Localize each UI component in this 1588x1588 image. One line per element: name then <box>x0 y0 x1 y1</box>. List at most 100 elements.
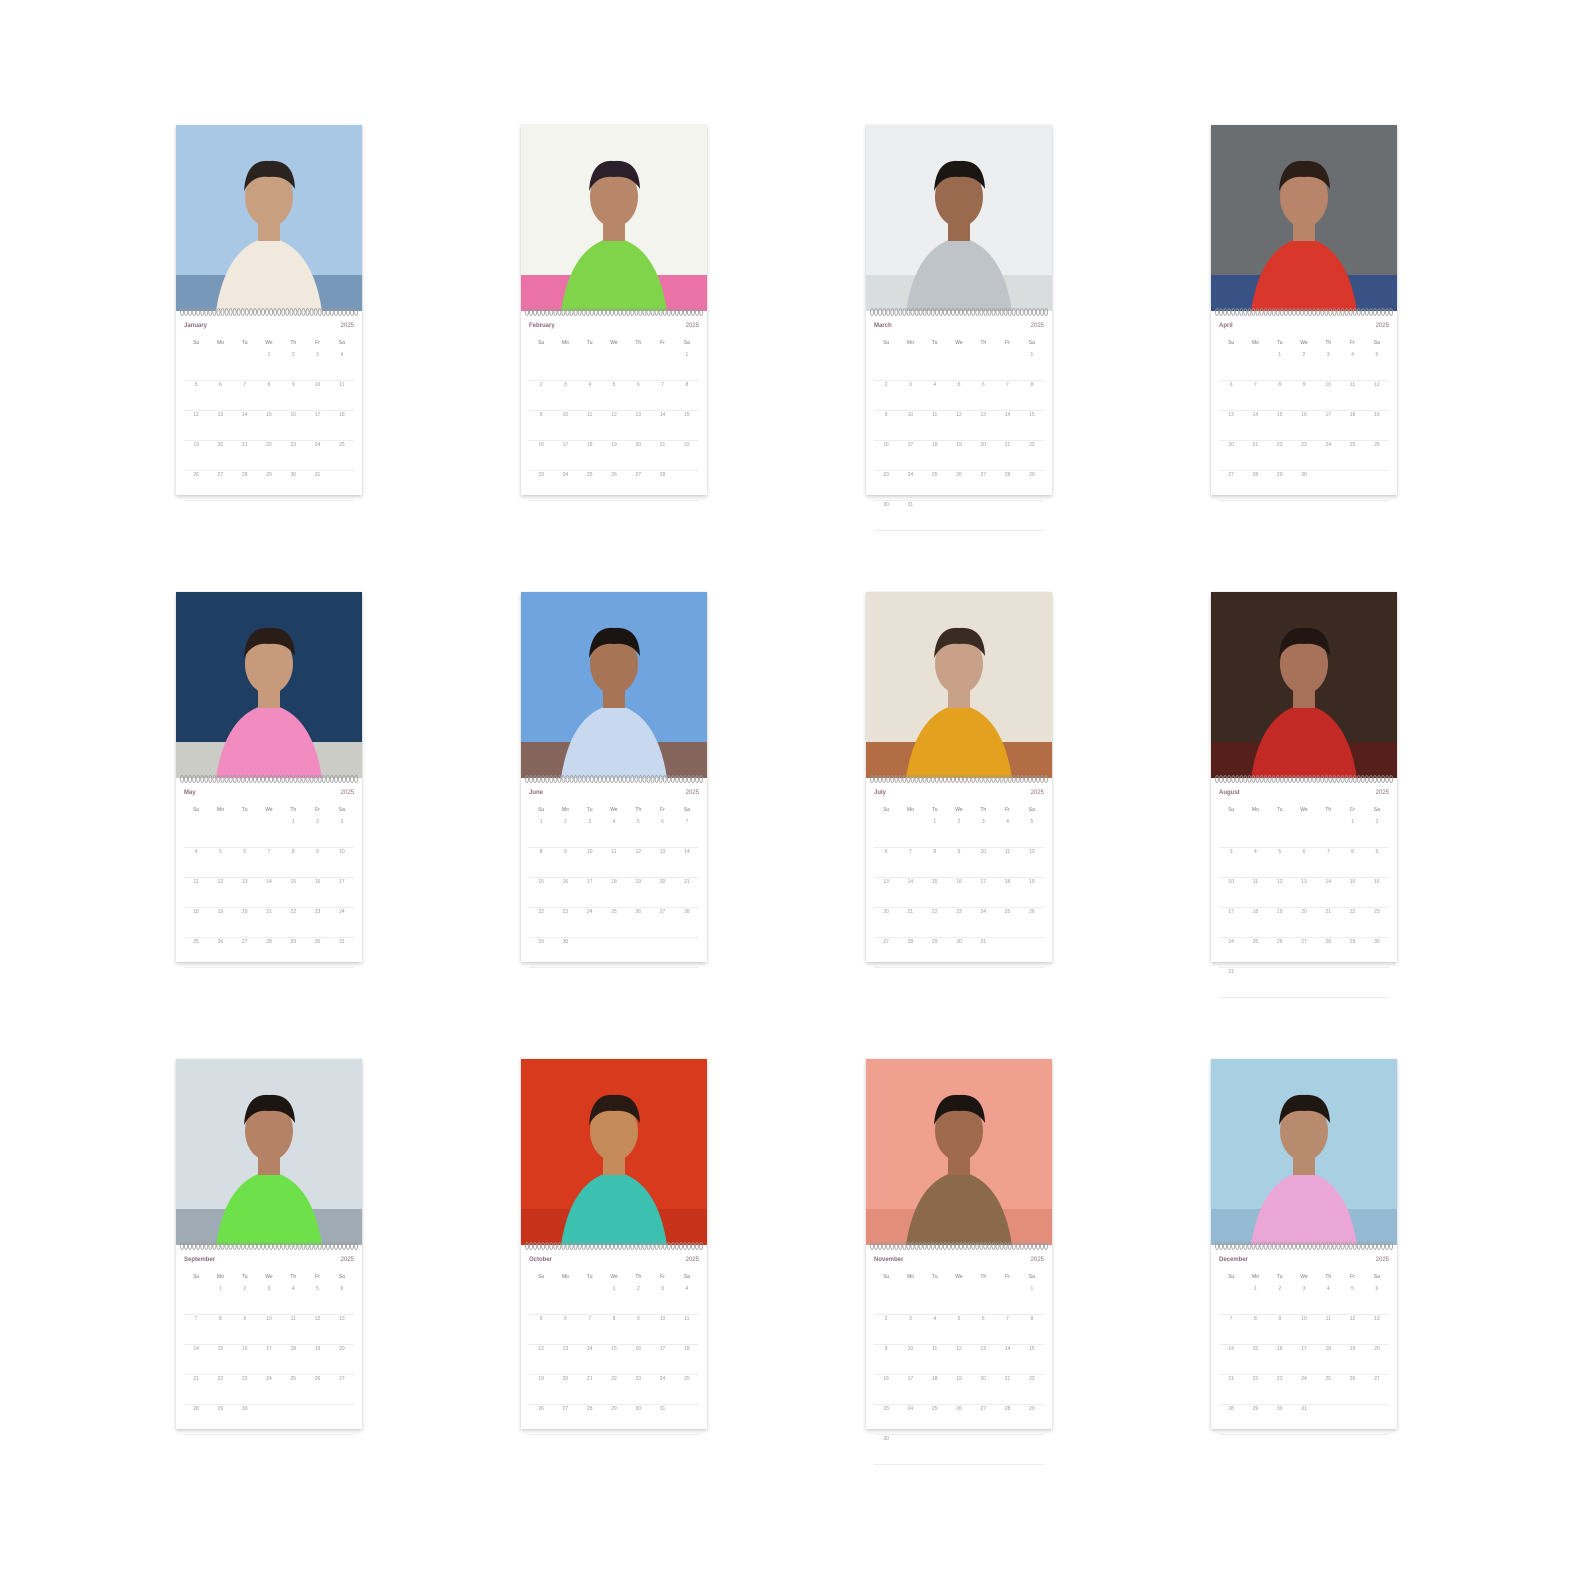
month-label: September <box>184 1257 216 1263</box>
weekday-label: Fr <box>1350 807 1355 813</box>
day-cell: 23 <box>1267 1374 1292 1405</box>
week-row: 14 15 16 17 18 19 20 <box>184 1344 354 1375</box>
week-row: 19 20 21 22 23 24 25 <box>184 440 354 471</box>
day-cell: 22 <box>529 907 554 938</box>
day-cell: 17 <box>898 1374 923 1405</box>
day-cell <box>1267 967 1292 998</box>
month-header: January 2025 <box>184 321 354 331</box>
day-cell <box>1019 500 1044 531</box>
day-cell: 23 <box>626 1374 651 1405</box>
month-photo <box>176 592 362 778</box>
day-cell: 12 <box>1267 877 1292 908</box>
week-row: 13 14 15 16 17 18 19 <box>874 877 1044 908</box>
weekday-label: Sa <box>683 340 690 346</box>
portrait-image <box>176 592 362 778</box>
day-cell: 17 <box>650 1344 675 1375</box>
day-cell: 4 <box>922 1314 947 1345</box>
weekday-label: We <box>610 1274 618 1280</box>
month-grid: May 2025 Su Mo Tu We Th Fr Sa 1 2 3 4 5 6 7 8 9 10 11 12 13 14… <box>184 788 354 968</box>
day-cell: 27 <box>971 1404 996 1435</box>
portrait-image <box>866 1059 1052 1245</box>
weekday-label: We <box>610 340 618 346</box>
day-cell: 30 <box>626 1404 651 1435</box>
day-cell: 11 <box>184 877 209 908</box>
day-cell: 7 <box>232 380 257 411</box>
day-cell: 4 <box>577 380 602 411</box>
day-cell: 24 <box>898 470 923 501</box>
week-row: 29 30 <box>529 937 699 968</box>
day-cell: 2 <box>1291 351 1317 381</box>
day-cell: 19 <box>1019 877 1044 908</box>
day-cell: 11 <box>1340 380 1365 411</box>
day-cell: 20 <box>1291 907 1317 938</box>
day-cell: 30 <box>281 470 306 501</box>
day-cell: 21 <box>1316 907 1341 938</box>
calendar-page-october: October 2025 Su Mo Tu We Th Fr Sa 1 2 3 4 5 6 7 8 9 10 11 12… <box>521 1059 707 1435</box>
day-cell: 13 <box>650 847 675 878</box>
day-cell: 6 <box>1219 380 1244 411</box>
day-cell: 19 <box>946 1374 972 1405</box>
day-cell: 29 <box>281 937 306 968</box>
weekday-row: Su Mo Tu We Th Fr Sa <box>874 335 1044 351</box>
day-cell <box>256 1404 282 1435</box>
day-cell: 4 <box>922 380 947 411</box>
day-cell: 5 <box>601 380 627 411</box>
weekday-label: Mo <box>906 340 914 346</box>
day-cell <box>329 1404 354 1435</box>
day-cell: 20 <box>650 877 675 908</box>
weekday-label: Th <box>980 807 987 813</box>
day-cell: 3 <box>898 1314 923 1345</box>
weekday-label: Fr <box>315 340 320 346</box>
day-cell <box>922 351 947 381</box>
day-cell: 5 <box>946 380 972 411</box>
day-cell: 13 <box>626 410 651 441</box>
day-cell: 24 <box>577 907 602 938</box>
year-label: 2025 <box>1030 323 1044 329</box>
weekday-row: Su Mo Tu We Th Fr Sa <box>529 802 699 818</box>
day-cell: 18 <box>184 907 209 938</box>
weekday-label: Sa <box>1028 1274 1035 1280</box>
day-cell: 11 <box>1243 877 1268 908</box>
weekday-label: Su <box>193 1274 200 1280</box>
day-cell: 22 <box>281 907 306 938</box>
day-cell <box>601 351 627 381</box>
day-cell: 10 <box>898 410 923 441</box>
day-cell: 28 <box>1316 937 1341 968</box>
day-cell: 25 <box>1340 440 1365 471</box>
day-cell: 15 <box>922 877 947 908</box>
day-cell: 29 <box>601 1404 627 1435</box>
day-cell: 5 <box>946 1314 972 1345</box>
weekday-label: Mo <box>1251 1274 1259 1280</box>
month-photo <box>1211 125 1397 311</box>
day-cell: 31 <box>1291 1404 1317 1435</box>
week-row: 5 6 7 8 9 10 11 <box>184 380 354 411</box>
day-cell: 28 <box>650 470 675 501</box>
day-cell: 20 <box>874 907 899 938</box>
week-row: 28 29 30 31 <box>1219 1404 1389 1435</box>
day-cell: 17 <box>305 410 330 441</box>
year-label: 2025 <box>340 790 354 796</box>
day-cell <box>1243 351 1268 381</box>
weekday-label: Fr <box>660 1274 665 1280</box>
day-cell <box>1219 351 1244 381</box>
day-cell: 7 <box>577 1314 602 1345</box>
day-cell <box>650 351 675 381</box>
day-cell: 16 <box>1364 877 1389 908</box>
day-table: Su Mo Tu We Th Fr Sa 1 2 3 4 5 6 7 8 9 10 11 12 13 14 15 16 17 1… <box>529 335 699 501</box>
day-cell: 13 <box>232 877 257 908</box>
day-table: Su Mo Tu We Th Fr Sa 1 2 3 4 5 6 7 8 9 10 11 12 13 14 15 16 17 1… <box>874 1269 1044 1465</box>
week-row: 22 23 24 25 26 27 28 <box>529 907 699 938</box>
week-row: 8 9 10 11 12 13 14 <box>529 847 699 878</box>
day-cell: 18 <box>281 1344 306 1375</box>
weekday-label: Th <box>635 340 642 346</box>
spiral-binding <box>525 774 703 784</box>
day-cell: 7 <box>898 847 923 878</box>
day-cell: 20 <box>971 1374 996 1405</box>
day-cell: 19 <box>946 440 972 471</box>
day-cell: 3 <box>553 380 578 411</box>
day-cell: 23 <box>1291 440 1317 471</box>
day-cell: 24 <box>256 1374 282 1405</box>
day-cell: 26 <box>946 1404 972 1435</box>
day-cell: 10 <box>305 380 330 411</box>
day-cell: 18 <box>577 440 602 471</box>
